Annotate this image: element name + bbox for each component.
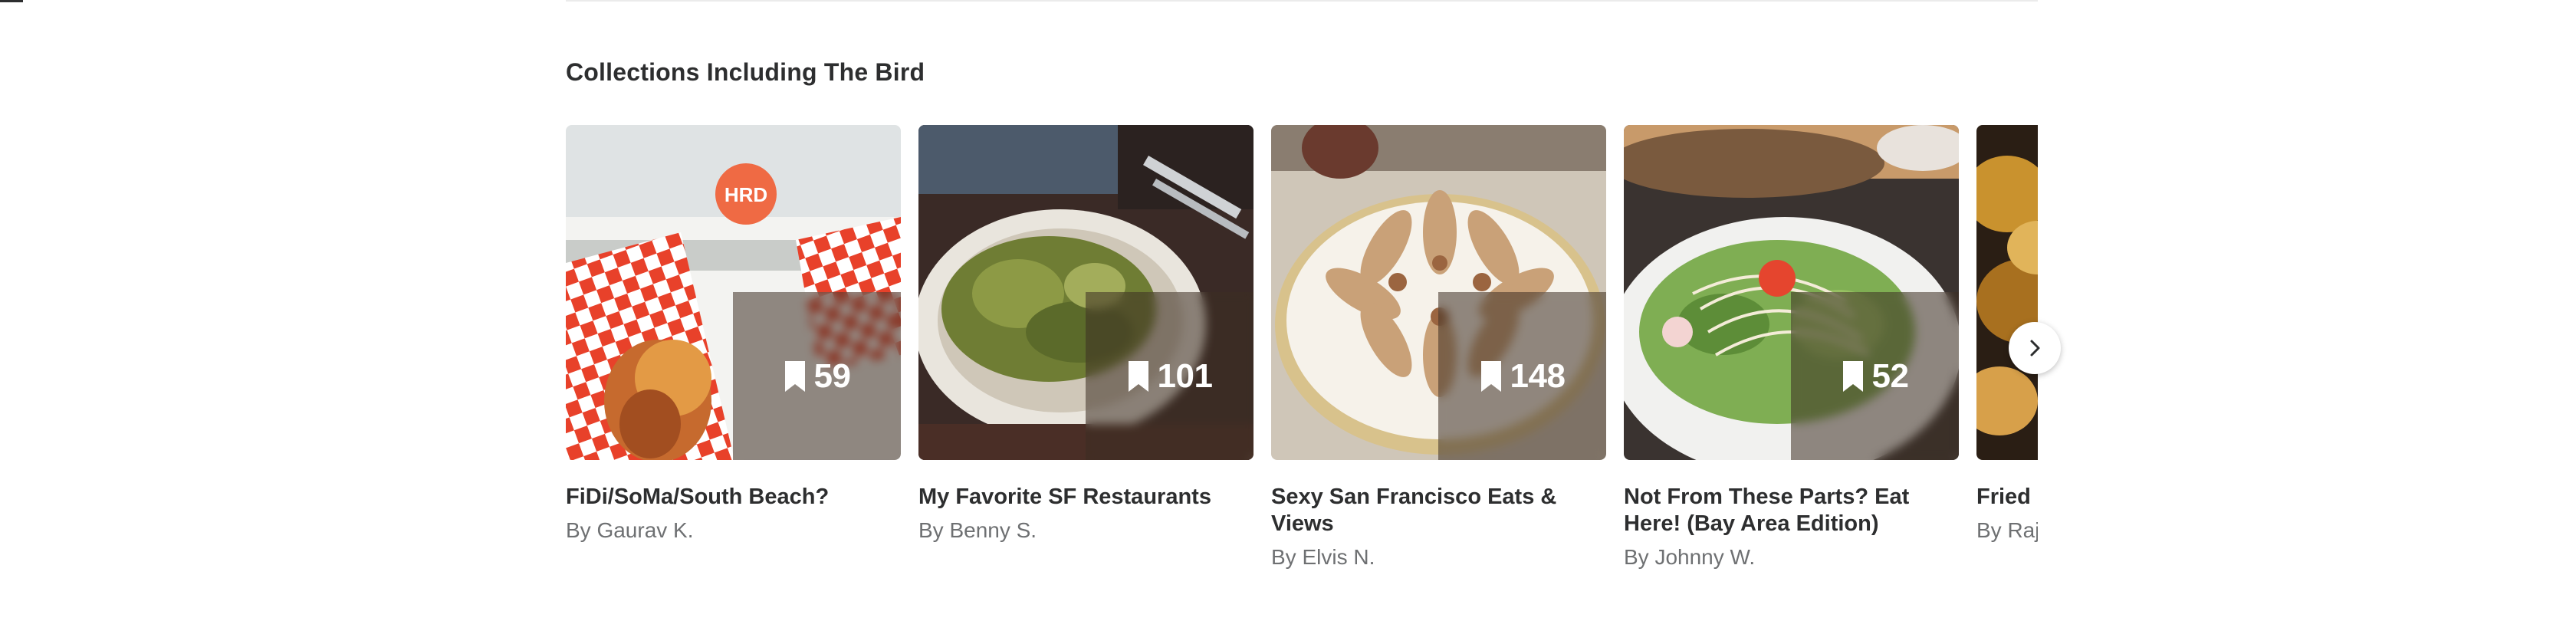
bookmark-icon <box>1842 360 1863 392</box>
collection-photo[interactable] <box>1976 125 2038 460</box>
collection-title[interactable]: My Favorite SF Restaurants <box>918 484 1254 511</box>
collection-photo[interactable]: 52 <box>1624 125 1959 460</box>
collection-title[interactable]: Sexy San Francisco Eats & Views <box>1271 484 1606 537</box>
svg-text:HRD: HRD <box>724 183 767 206</box>
collection-author[interactable]: By Raj <box>1976 518 2038 544</box>
collection-photo[interactable]: 101 <box>918 125 1254 460</box>
collection-title[interactable]: FiDi/SoMa/South Beach? <box>566 484 901 511</box>
section-title: Collections Including The Bird <box>566 58 925 86</box>
bookmark-count-badge: 52 <box>1791 292 1959 460</box>
corner-mark <box>0 0 23 2</box>
collection-card-1[interactable]: HRD 59 FiDi/SoMa/South Beach? By Gaurav … <box>566 125 901 544</box>
bookmark-count-badge: 148 <box>1438 292 1606 460</box>
collection-card-2[interactable]: 101 My Favorite SF Restaurants By Benny … <box>918 125 1254 544</box>
bookmark-count-badge: 59 <box>733 292 901 460</box>
collection-title[interactable]: Fried C <box>1976 484 2038 511</box>
collection-card-3[interactable]: 148 Sexy San Francisco Eats & Views By E… <box>1271 125 1606 570</box>
collection-author[interactable]: By Elvis N. <box>1271 544 1606 570</box>
carousel-next-button[interactable] <box>2009 322 2061 374</box>
bookmark-icon <box>1480 360 1501 392</box>
collection-photo-image <box>1976 125 2038 460</box>
bookmark-count: 101 <box>1157 356 1213 395</box>
chevron-right-icon <box>2030 340 2040 356</box>
collections-carousel: HRD 59 FiDi/SoMa/South Beach? By Gaurav … <box>566 125 2038 585</box>
collection-author[interactable]: By Johnny W. <box>1624 544 1959 570</box>
collection-card-4[interactable]: 52 Not From These Parts? Eat Here! (Bay … <box>1624 125 1959 570</box>
bookmark-count-badge: 101 <box>1086 292 1254 460</box>
collection-photo[interactable]: HRD 59 <box>566 125 901 460</box>
collection-photo[interactable]: 148 <box>1271 125 1606 460</box>
bookmark-icon <box>784 360 805 392</box>
collection-author[interactable]: By Gaurav K. <box>566 518 901 544</box>
collection-title[interactable]: Not From These Parts? Eat Here! (Bay Are… <box>1624 484 1959 537</box>
section-divider <box>566 0 2038 2</box>
collection-author[interactable]: By Benny S. <box>918 518 1254 544</box>
bookmark-count: 52 <box>1871 356 1909 395</box>
bookmark-count: 59 <box>813 356 851 395</box>
bookmark-count: 148 <box>1510 356 1566 395</box>
bookmark-icon <box>1128 360 1148 392</box>
